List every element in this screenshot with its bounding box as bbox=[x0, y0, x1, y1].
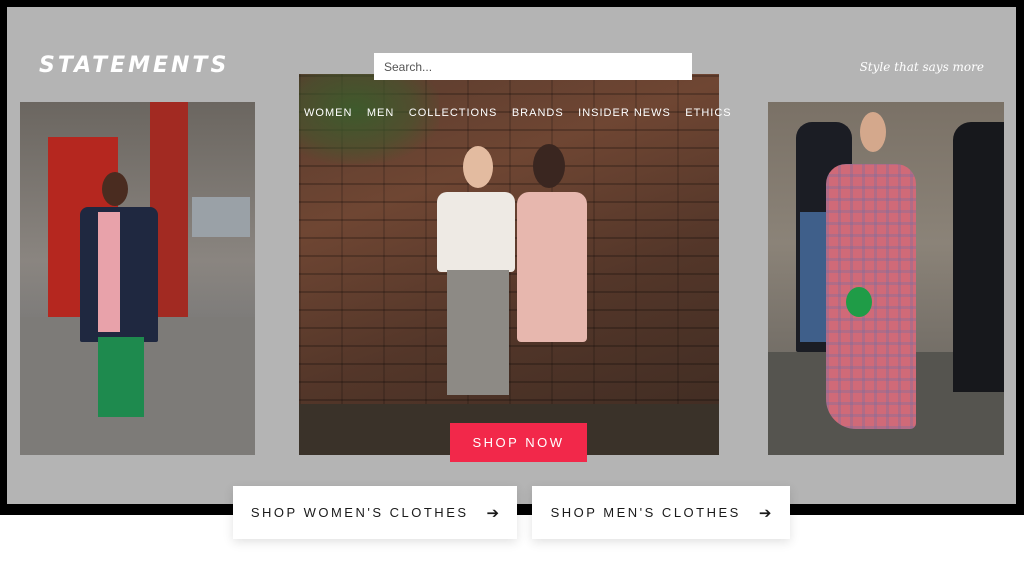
shop-womens-clothes-label: SHOP WOMEN'S CLOTHES bbox=[250, 505, 469, 520]
search-input[interactable] bbox=[374, 53, 692, 80]
shop-mens-clothes-button[interactable]: SHOP MEN'S CLOTHES ➔ bbox=[532, 486, 790, 539]
shop-window bbox=[192, 197, 250, 237]
nav-item-insider-news[interactable]: INSIDER NEWS bbox=[578, 107, 671, 119]
nav-item-men[interactable]: MEN bbox=[367, 107, 394, 119]
grey-trousers bbox=[447, 270, 509, 395]
shop-womens-clothes-button[interactable]: SHOP WOMEN'S CLOTHES ➔ bbox=[233, 486, 517, 539]
shop-now-button[interactable]: SHOP NOW bbox=[450, 423, 587, 462]
nav-item-brands[interactable]: BRANDS bbox=[512, 107, 564, 119]
model-head bbox=[533, 144, 565, 188]
nav-item-women[interactable]: WOMEN bbox=[304, 107, 352, 119]
device-frame: STATEMENTS Style that says more WOMEN ME… bbox=[0, 0, 1024, 515]
nav-item-collections[interactable]: COLLECTIONS bbox=[409, 107, 498, 119]
two-women-brick-wall-photo bbox=[299, 74, 719, 455]
nav-item-ethics[interactable]: ETHICS bbox=[685, 107, 731, 119]
main-nav: WOMEN MEN COLLECTIONS BRANDS INSIDER NEW… bbox=[299, 103, 731, 121]
hero-section: STATEMENTS Style that says more WOMEN ME… bbox=[7, 7, 1016, 504]
model-head bbox=[860, 112, 886, 152]
pink-shirt bbox=[98, 212, 120, 332]
shop-mens-clothes-label: SHOP MEN'S CLOTHES bbox=[550, 505, 741, 520]
arrow-right-icon: ➔ bbox=[486, 504, 500, 522]
green-trousers bbox=[98, 337, 144, 417]
model-head bbox=[463, 146, 493, 188]
street-style-man-photo bbox=[20, 102, 255, 455]
arrow-right-icon: ➔ bbox=[758, 504, 772, 522]
model-head bbox=[102, 172, 128, 206]
white-top bbox=[437, 192, 515, 272]
pink-outfit bbox=[517, 192, 587, 342]
green-handbag bbox=[846, 287, 872, 317]
brand-tagline: Style that says more bbox=[859, 60, 984, 74]
brand-logo[interactable]: STATEMENTS bbox=[39, 53, 229, 78]
background-person bbox=[953, 122, 1004, 392]
woman-plaid-dress-photo bbox=[768, 102, 1004, 455]
